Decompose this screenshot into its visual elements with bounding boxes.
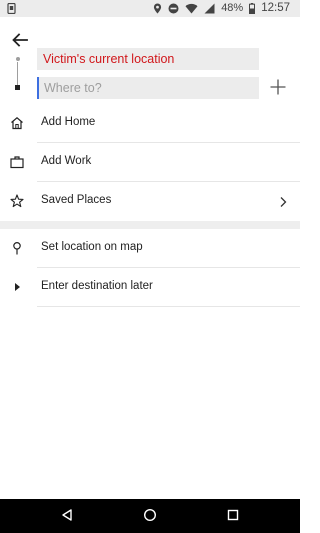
status-bar: 48% 12:57 bbox=[0, 0, 300, 17]
list-item-add-home[interactable]: Add Home bbox=[0, 104, 300, 143]
list-item-label: Saved Places bbox=[41, 194, 112, 206]
list-item-set-location-on-map[interactable]: Set location on map bbox=[0, 229, 300, 268]
back-triangle-icon[interactable] bbox=[60, 508, 74, 522]
clock-time: 12:57 bbox=[261, 2, 290, 14]
pickup-dot bbox=[15, 57, 20, 61]
battery-icon bbox=[249, 2, 256, 14]
route-connector-line bbox=[17, 62, 18, 85]
divider bbox=[37, 306, 300, 307]
home-icon bbox=[10, 116, 24, 130]
plus-icon[interactable] bbox=[270, 79, 286, 95]
battery-percent: 48% bbox=[221, 2, 244, 14]
list-item-label: Add Home bbox=[41, 116, 96, 128]
system-navigation-bar bbox=[0, 499, 300, 533]
map-pin-icon bbox=[10, 241, 24, 255]
list-item-label: Enter destination later bbox=[41, 280, 153, 292]
wifi-icon bbox=[185, 3, 198, 14]
star-icon bbox=[10, 194, 24, 208]
destination-square bbox=[15, 85, 20, 90]
recents-square-icon[interactable] bbox=[226, 508, 240, 522]
signal-icon bbox=[204, 3, 215, 14]
arrow-left-icon[interactable] bbox=[11, 31, 29, 49]
sim-card-icon bbox=[7, 2, 16, 17]
suggestion-list: Add Home Add Work Saved Places Set locat… bbox=[0, 104, 300, 307]
route-header: Victim's current location bbox=[0, 17, 300, 104]
list-item-add-work[interactable]: Add Work bbox=[0, 143, 300, 182]
list-item-enter-destination-later[interactable]: Enter destination later bbox=[0, 268, 300, 307]
destination-input[interactable] bbox=[37, 77, 259, 99]
briefcase-icon bbox=[10, 155, 24, 169]
list-item-label: Set location on map bbox=[41, 241, 143, 253]
location-icon bbox=[153, 3, 162, 14]
chevron-right-icon bbox=[278, 195, 288, 207]
pickup-location-field[interactable]: Victim's current location bbox=[37, 48, 259, 70]
do-not-disturb-icon bbox=[168, 3, 179, 14]
play-arrow-icon bbox=[10, 280, 24, 294]
list-item-saved-places[interactable]: Saved Places bbox=[0, 182, 300, 221]
section-separator bbox=[0, 221, 300, 229]
list-item-label: Add Work bbox=[41, 155, 92, 167]
home-circle-icon[interactable] bbox=[143, 508, 157, 522]
